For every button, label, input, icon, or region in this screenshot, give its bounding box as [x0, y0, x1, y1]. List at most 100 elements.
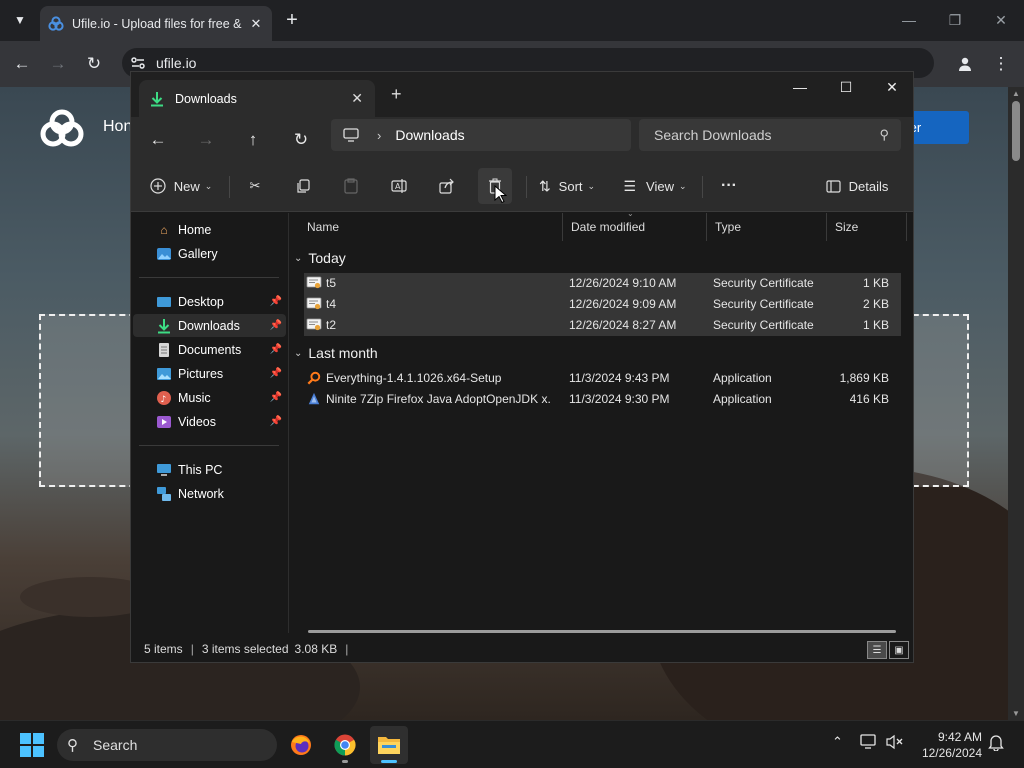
- search-icon: ⚲: [879, 127, 889, 142]
- taskbar-firefox[interactable]: [282, 726, 320, 764]
- file-type: Application: [713, 371, 772, 385]
- new-tab-button[interactable]: +: [279, 7, 305, 33]
- nav-item-pictures[interactable]: Pictures 📌: [133, 362, 286, 385]
- copy-button[interactable]: [286, 168, 320, 204]
- share-button[interactable]: [430, 168, 464, 204]
- nav-item-gallery[interactable]: Gallery: [133, 242, 286, 265]
- file-date: 12/26/2024 9:09 AM: [569, 297, 677, 311]
- show-hidden-icons-button[interactable]: ⌃: [832, 734, 843, 750]
- explorer-refresh-button[interactable]: ↻: [286, 125, 316, 155]
- explorer-address-bar[interactable]: › Downloads: [331, 119, 631, 151]
- more-options-button[interactable]: ···: [711, 168, 747, 204]
- taskbar-file-explorer[interactable]: [370, 726, 408, 764]
- file-row[interactable]: Everything-1.4.1.1026.x64-Setup 11/3/2024…: [304, 368, 901, 389]
- browser-reload-button[interactable]: ↻: [79, 49, 109, 79]
- new-button[interactable]: New ⌄: [145, 168, 217, 204]
- browser-tab-ufile[interactable]: Ufile.io - Upload files for free & ✕: [40, 6, 272, 41]
- view-button[interactable]: ☰ View ⌄: [620, 168, 690, 204]
- pin-icon[interactable]: 📌: [270, 416, 282, 427]
- cut-button[interactable]: ✂: [238, 168, 272, 204]
- notifications-button[interactable]: [988, 734, 1004, 754]
- desktop-icon: [157, 296, 171, 307]
- scroll-down-icon[interactable]: ▼: [1008, 709, 1024, 718]
- ufile-logo-icon[interactable]: [38, 109, 86, 149]
- explorer-close-button[interactable]: ✕: [869, 72, 913, 102]
- horizontal-scrollbar[interactable]: [308, 630, 896, 633]
- arrow-right-icon: →: [49, 54, 67, 73]
- network-status-button[interactable]: [860, 734, 878, 753]
- tab-close-icon[interactable]: ✕: [248, 16, 264, 32]
- pin-icon[interactable]: 📌: [270, 344, 282, 355]
- nav-item-videos[interactable]: Videos 📌: [133, 410, 286, 433]
- column-header-date[interactable]: Date modified ⌄: [563, 209, 707, 241]
- file-name-cell: t5: [306, 276, 550, 290]
- browser-minimize-button[interactable]: —: [886, 0, 932, 40]
- svg-text:A: A: [395, 182, 401, 191]
- scroll-up-icon[interactable]: ▲: [1008, 89, 1024, 98]
- browser-back-button[interactable]: ←: [7, 49, 37, 79]
- sort-button[interactable]: ⇅ Sort ⌄: [534, 168, 600, 204]
- folder-icon: [378, 737, 400, 754]
- column-header-name[interactable]: Name: [299, 213, 563, 241]
- selection-size: 3.08 KB: [294, 642, 338, 656]
- nav-item-label: Videos: [178, 414, 216, 429]
- file-row[interactable]: t4 12/26/2024 9:09 AM Security Certificate…: [304, 294, 901, 315]
- explorer-new-tab-button[interactable]: +: [391, 84, 402, 105]
- explorer-tab-downloads[interactable]: Downloads ✕: [139, 80, 375, 117]
- file-row[interactable]: Ninite 7Zip Firefox Java AdoptOpenJDK x.…: [304, 389, 901, 410]
- explorer-tab-title: Downloads: [175, 91, 237, 106]
- nav-item-home[interactable]: ⌂ Home: [133, 218, 286, 241]
- nav-item-music[interactable]: ♪ Music 📌: [133, 386, 286, 409]
- explorer-maximize-button[interactable]: ☐: [823, 72, 869, 102]
- taskbar-search-box[interactable]: ⚲ Search: [57, 729, 277, 761]
- column-header-size[interactable]: Size: [827, 213, 907, 241]
- explorer-up-button[interactable]: ↑: [238, 125, 268, 155]
- group-header-today[interactable]: ⌄ Today: [294, 247, 346, 269]
- browser-restore-button[interactable]: ❐: [932, 0, 978, 40]
- explorer-back-button[interactable]: ←: [143, 125, 173, 155]
- group-label: Last month: [308, 345, 378, 361]
- pin-icon[interactable]: 📌: [270, 296, 282, 307]
- copy-icon: [296, 178, 310, 193]
- nav-item-network[interactable]: Network: [133, 482, 286, 505]
- scrollbar-thumb[interactable]: [1012, 101, 1020, 161]
- explorer-minimize-button[interactable]: —: [777, 72, 823, 102]
- group-header-last-month[interactable]: ⌄ Last month: [294, 342, 378, 364]
- pin-icon[interactable]: 📌: [270, 320, 282, 331]
- item-count: 5 items: [144, 642, 183, 656]
- file-type: Security Certificate: [713, 297, 814, 311]
- browser-menu-button[interactable]: ⋮: [986, 49, 1016, 79]
- explorer-forward-button[interactable]: →: [191, 125, 221, 155]
- tiles-view-toggle[interactable]: ▣: [889, 641, 909, 659]
- page-scrollbar[interactable]: ▲ ▼: [1008, 87, 1024, 720]
- nav-item-desktop[interactable]: Desktop 📌: [133, 290, 286, 313]
- column-header-type[interactable]: Type: [707, 213, 827, 241]
- profile-button[interactable]: [950, 49, 980, 79]
- taskbar-chrome[interactable]: [326, 726, 364, 764]
- close-icon[interactable]: ✕: [351, 90, 363, 107]
- nav-item-downloads[interactable]: Downloads 📌: [133, 314, 286, 337]
- site-settings-icon[interactable]: [130, 55, 146, 71]
- paste-button[interactable]: [334, 168, 368, 204]
- pin-icon[interactable]: 📌: [270, 368, 282, 379]
- nav-home-link[interactable]: Hon: [103, 118, 132, 136]
- ninite-installer-icon: [308, 392, 320, 405]
- explorer-search-input[interactable]: Search Downloads ⚲: [639, 119, 901, 151]
- browser-forward-button[interactable]: →: [43, 49, 73, 79]
- sort-indicator-icon: ⌄: [627, 209, 634, 218]
- nav-divider: [139, 277, 279, 278]
- details-view-toggle[interactable]: ☰: [867, 641, 887, 659]
- volume-button[interactable]: [886, 734, 904, 753]
- taskbar-clock[interactable]: 9:42 AM 12/26/2024: [910, 729, 982, 761]
- rename-button[interactable]: A: [382, 168, 416, 204]
- details-pane-button[interactable]: Details: [821, 168, 893, 204]
- file-row[interactable]: t5 12/26/2024 9:10 AM Security Certificate…: [304, 273, 901, 294]
- pin-icon[interactable]: 📌: [270, 392, 282, 403]
- breadcrumb-downloads[interactable]: Downloads: [395, 127, 464, 143]
- file-row[interactable]: t2 12/26/2024 8:27 AM Security Certificate…: [304, 315, 901, 336]
- browser-close-button[interactable]: ✕: [978, 0, 1024, 40]
- start-button[interactable]: [20, 733, 44, 757]
- nav-item-this-pc[interactable]: This PC: [133, 458, 286, 481]
- nav-item-documents[interactable]: Documents 📌: [133, 338, 286, 361]
- tab-search-button[interactable]: ▼: [7, 7, 33, 33]
